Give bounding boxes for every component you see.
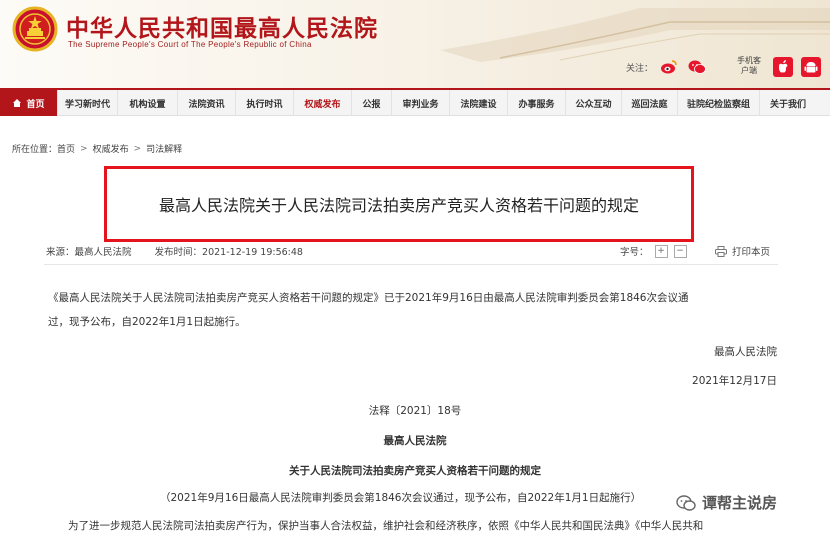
nav-item-organization[interactable]: 机构设置 xyxy=(118,90,178,116)
site-subtitle: The Supreme People's Court of The People… xyxy=(68,40,312,49)
nav-item-trial-business[interactable]: 审判业务 xyxy=(392,90,450,116)
article-source: 来源：最高人民法院 xyxy=(46,247,132,258)
print-label: 打印本页 xyxy=(732,247,771,258)
nav-item-court-news[interactable]: 法院资讯 xyxy=(178,90,236,116)
breadcrumb: 所在位置： 首页 > 权威发布 > 司法解释 xyxy=(12,142,182,156)
nav-item-authoritative-release[interactable]: 权威发布 xyxy=(294,90,352,116)
intro-paragraph-line-2: 过，现予公布，自2022年1月1日起施行。 xyxy=(48,316,246,328)
nav-item-services[interactable]: 办事服务 xyxy=(508,90,566,116)
nav-item-home[interactable]: 首页 xyxy=(0,90,58,116)
wechat-watermark: 谭帮主说房 xyxy=(672,490,782,515)
main-nav: 首页 学习新时代 机构设置 法院资讯 执行时讯 权威发布 公报 审判业务 法院建… xyxy=(0,88,830,116)
meta-divider xyxy=(44,264,778,265)
font-decrease-button[interactable]: − xyxy=(673,244,687,258)
document-title: 关于人民法院司法拍卖房产竞买人资格若干问题的规定 xyxy=(289,465,541,477)
site-header: 中华人民共和国最高人民法院 The Supreme People's Court… xyxy=(0,0,830,88)
breadcrumb-link-home[interactable]: 首页 xyxy=(57,142,75,155)
breadcrumb-separator: > xyxy=(80,143,88,154)
weibo-icon[interactable] xyxy=(659,57,679,77)
follow-label: 关注： xyxy=(626,63,654,74)
nav-item-court-construction[interactable]: 法院建设 xyxy=(450,90,508,116)
nav-item-study[interactable]: 学习新时代 xyxy=(58,90,118,116)
apple-icon[interactable] xyxy=(773,57,793,77)
nav-item-gazette[interactable]: 公报 xyxy=(352,90,392,116)
adoption-note: （2021年9月16日最高人民法院审判委员会第1846次会议通过，现予公布，自2… xyxy=(160,492,642,504)
nav-label: 首页 xyxy=(26,99,45,110)
font-size-control: 字号： + − xyxy=(620,244,687,258)
article-title: 最高人民法院关于人民法院司法拍卖房产竞买人资格若干问题的规定 xyxy=(158,196,639,215)
nav-item-public-interaction[interactable]: 公众互动 xyxy=(566,90,622,116)
site-title[interactable]: 中华人民共和国最高人民法院 xyxy=(66,9,378,43)
body-paragraph-start: 为了进一步规范人民法院司法拍卖房产行为，保护当事人合法权益，维护社会和经济秩序，… xyxy=(68,520,704,532)
home-icon xyxy=(13,99,22,107)
nav-item-circuit-court[interactable]: 巡回法庭 xyxy=(622,90,678,116)
wechat-icon xyxy=(676,494,696,511)
watermark-text: 谭帮主说房 xyxy=(702,494,778,512)
article-publish-time: 发布时间：2021-12-19 19:56:48 xyxy=(154,247,303,258)
page: 中华人民共和国最高人民法院 The Supreme People's Court… xyxy=(0,0,830,540)
nav-item-about-us[interactable]: 关于我们 xyxy=(760,90,816,116)
print-page-button[interactable]: 打印本页 xyxy=(715,244,770,258)
article-meta: 来源：最高人民法院 发布时间：2021-12-19 19:56:48 xyxy=(46,244,303,258)
national-emblem-icon xyxy=(12,6,58,52)
font-size-label: 字号： xyxy=(620,247,649,258)
signer: 最高人民法院 xyxy=(714,346,777,358)
nav-item-enforcement-news[interactable]: 执行时讯 xyxy=(236,90,294,116)
breadcrumb-link-release[interactable]: 权威发布 xyxy=(93,142,129,155)
wechat-icon[interactable] xyxy=(687,57,707,77)
breadcrumb-link-interpretation[interactable]: 司法解释 xyxy=(146,142,182,155)
title-highlight-box: 最高人民法院关于人民法院司法拍卖房产竞买人资格若干问题的规定 xyxy=(104,166,694,242)
breadcrumb-prefix: 所在位置： xyxy=(12,145,58,155)
nav-item-discipline-inspection[interactable]: 驻院纪检监察组 xyxy=(678,90,760,116)
intro-paragraph-line-1: 《最高人民法院关于人民法院司法拍卖房产竞买人资格若干问题的规定》已于2021年9… xyxy=(48,292,689,304)
sign-date: 2021年12月17日 xyxy=(692,375,777,387)
follow-bar: 关注： xyxy=(626,55,715,79)
android-icon[interactable] xyxy=(801,57,821,77)
mobile-client-link[interactable]: 手机客户端 xyxy=(734,56,764,76)
document-number: 法释〔2021〕18号 xyxy=(368,405,462,417)
document-issuer: 最高人民法院 xyxy=(383,435,447,447)
printer-icon xyxy=(715,245,727,257)
breadcrumb-separator: > xyxy=(133,143,142,154)
font-increase-button[interactable]: + xyxy=(654,244,668,258)
